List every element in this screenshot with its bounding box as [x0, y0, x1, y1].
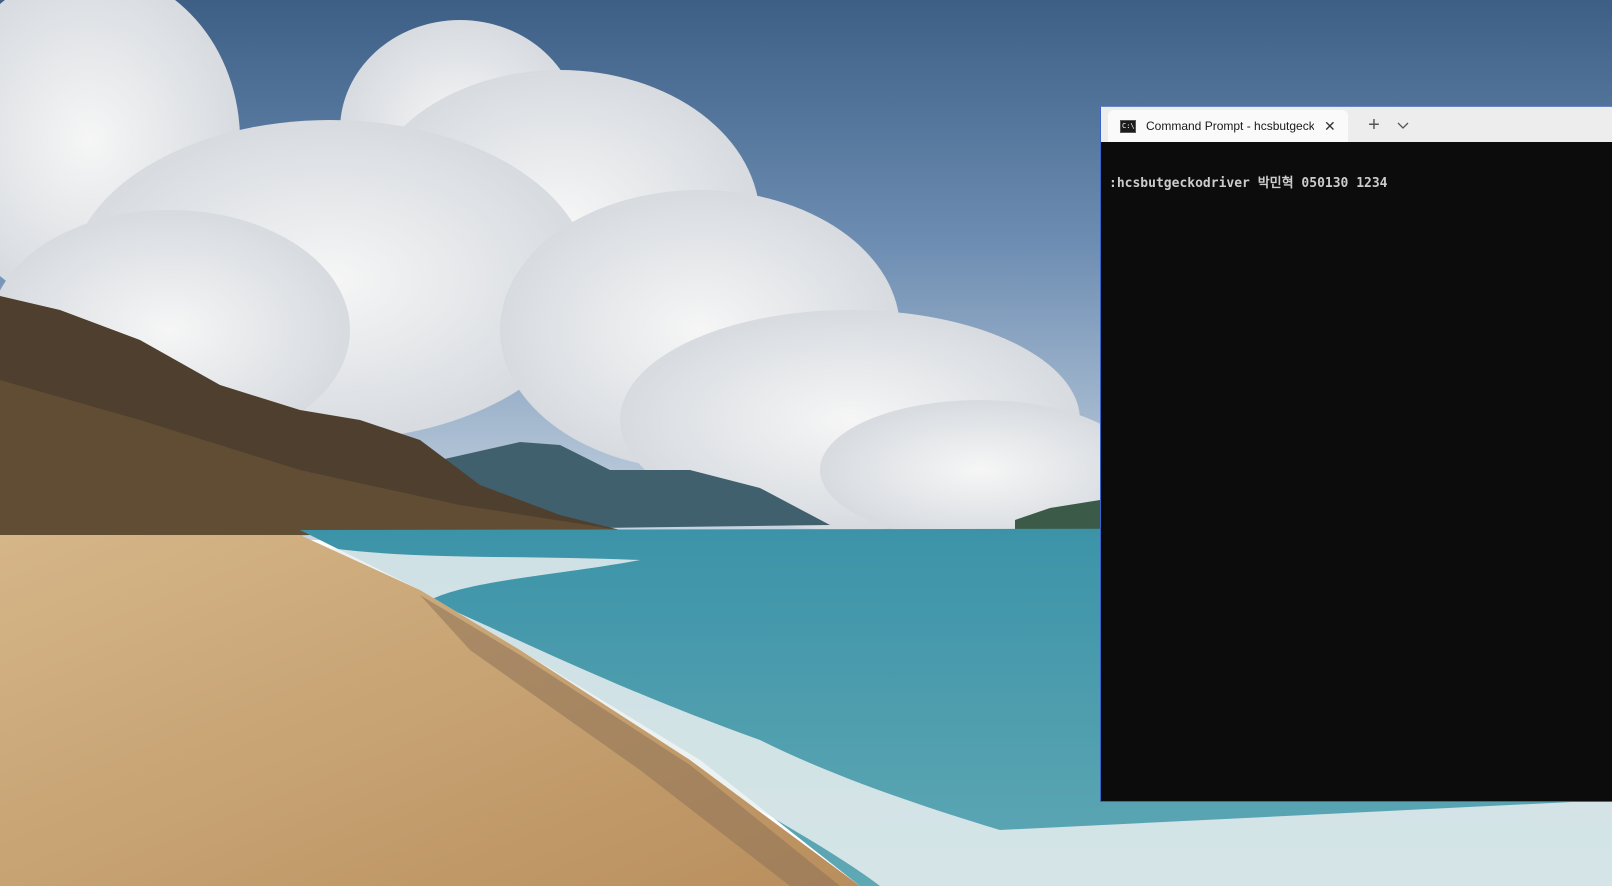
- terminal-titlebar[interactable]: Command Prompt - hcsbutgeckodriver ✕ +: [1101, 107, 1612, 142]
- console-line: :hcsbutgeckodriver 박민혁 050130 1234: [1109, 176, 1388, 191]
- cmd-icon: [1120, 119, 1136, 133]
- terminal-window[interactable]: Command Prompt - hcsbutgeckodriver ✕ + :…: [1100, 106, 1612, 802]
- tab-command-prompt[interactable]: Command Prompt - hcsbutgeckodriver ✕: [1108, 110, 1348, 142]
- chevron-down-icon: [1397, 122, 1409, 129]
- tab-title: Command Prompt - hcsbutgeckodriver: [1146, 119, 1314, 133]
- tab-dropdown-button[interactable]: [1391, 115, 1415, 137]
- new-tab-button[interactable]: +: [1361, 113, 1387, 137]
- close-icon[interactable]: ✕: [1324, 119, 1336, 133]
- terminal-content[interactable]: :hcsbutgeckodriver 박민혁 050130 1234: [1101, 142, 1612, 801]
